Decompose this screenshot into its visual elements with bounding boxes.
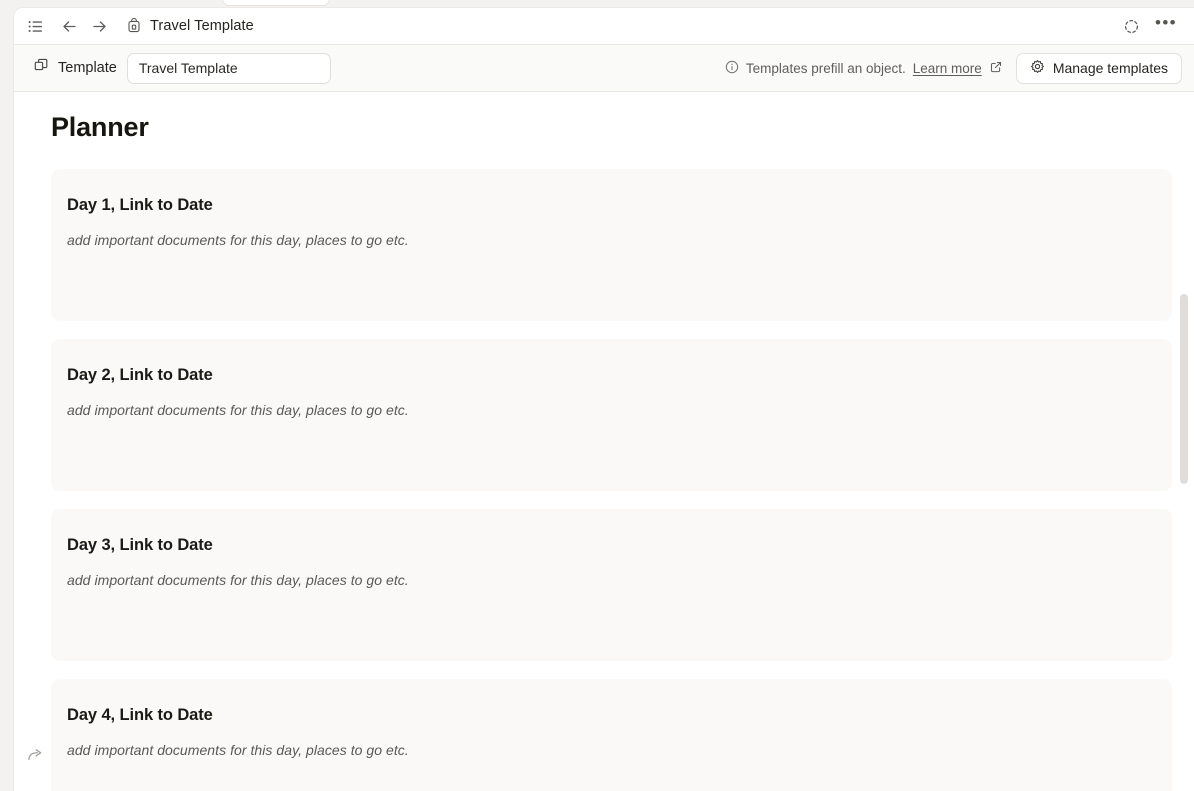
share-arrow-icon[interactable] (22, 741, 48, 767)
day-card[interactable]: Day 4, Link to Date add important docume… (51, 679, 1172, 791)
template-toolbar: Template Templates prefill an object. Le… (14, 45, 1194, 92)
day-card-subtitle: add important documents for this day, pl… (67, 402, 409, 418)
prefill-note: Templates prefill an object. Learn more (725, 60, 1002, 77)
app-panel: Travel Template ••• Template Travel Temp… (13, 7, 1194, 791)
topbar-actions: ••• (1116, 11, 1180, 41)
day-cards-list: Day 1, Link to Date add important docume… (51, 169, 1172, 791)
scrollbar-thumb[interactable] (1180, 294, 1188, 484)
back-arrow-icon[interactable] (54, 11, 84, 41)
template-name-input[interactable] (126, 52, 331, 84)
day-card[interactable]: Day 3, Link to Date add important docume… (51, 509, 1172, 661)
template-name-group: Template (34, 52, 331, 84)
copy-icon (34, 58, 49, 78)
day-card-subtitle: add important documents for this day, pl… (67, 232, 409, 248)
gear-icon (1030, 59, 1045, 77)
day-card-subtitle: add important documents for this day, pl… (67, 742, 409, 758)
forward-arrow-icon[interactable] (84, 11, 114, 41)
template-label: Template (58, 60, 117, 76)
day-card-title: Day 2, Link to Date (67, 366, 213, 384)
external-link-icon[interactable] (990, 61, 1002, 76)
content-scrollbar[interactable] (1180, 92, 1188, 791)
list-view-icon[interactable] (20, 11, 50, 41)
more-options-button[interactable]: ••• (1152, 12, 1180, 40)
day-card[interactable]: Day 1, Link to Date add important docume… (51, 169, 1172, 321)
dashed-circle-icon[interactable] (1116, 11, 1146, 41)
backpack-icon (126, 17, 142, 34)
day-card-subtitle: add important documents for this day, pl… (67, 572, 409, 588)
manage-templates-label: Manage templates (1052, 60, 1168, 76)
prefill-note-text: Templates prefill an object. (745, 60, 906, 76)
learn-more-link[interactable]: Learn more (913, 61, 982, 76)
day-card-title: Day 3, Link to Date (67, 536, 213, 554)
day-card-title: Day 4, Link to Date (67, 706, 213, 724)
background-panel-edge (222, 0, 330, 6)
manage-templates-button[interactable]: Manage templates (1015, 52, 1182, 84)
template-label-group: Template (34, 58, 117, 78)
page-title: Planner (51, 112, 149, 142)
day-card[interactable]: Day 2, Link to Date add important docume… (51, 339, 1172, 491)
window-title-group: Travel Template (126, 17, 254, 34)
template-toolbar-right: Templates prefill an object. Learn more (725, 52, 1182, 84)
day-card-title: Day 1, Link to Date (67, 196, 213, 214)
content-area: Planner Day 1, Link to Date add importan… (14, 92, 1194, 791)
window-title: Travel Template (150, 18, 254, 34)
top-navigation-bar: Travel Template ••• (14, 8, 1194, 45)
info-icon (725, 60, 739, 77)
